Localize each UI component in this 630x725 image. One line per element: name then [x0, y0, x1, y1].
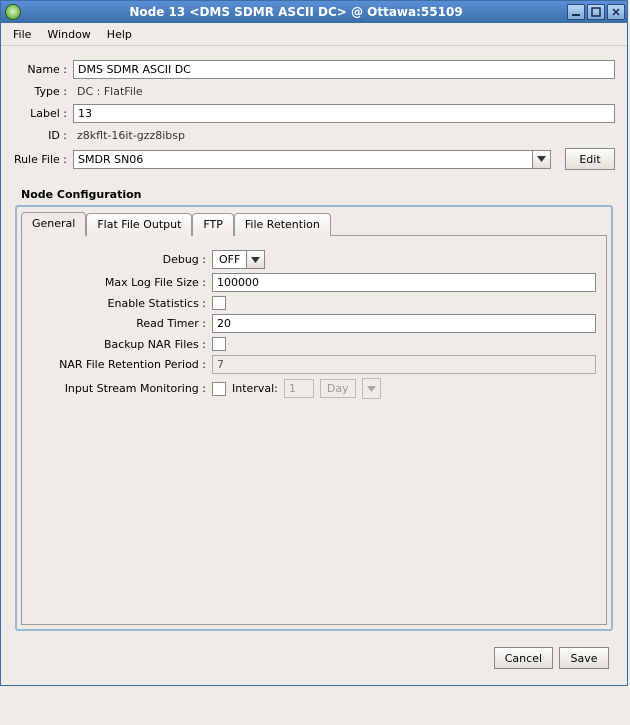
- window-title: Node 13 <DMS SDMR ASCII DC> @ Ottawa:551…: [27, 5, 565, 19]
- name-input[interactable]: [73, 60, 615, 79]
- rulefile-select[interactable]: SMDR SN06: [73, 150, 551, 169]
- tab-flat-file-output[interactable]: Flat File Output: [86, 213, 192, 236]
- type-label: Type :: [13, 85, 73, 98]
- menu-window[interactable]: Window: [39, 25, 98, 44]
- ism-unit-select: Day: [320, 379, 356, 398]
- tab-file-retention[interactable]: File Retention: [234, 213, 331, 236]
- tab-strip: General Flat File Output FTP File Retent…: [17, 207, 611, 235]
- node-config-title: Node Configuration: [21, 188, 615, 201]
- chevron-down-icon: [362, 378, 381, 399]
- ism-unit-value: Day: [321, 382, 355, 395]
- tab-general[interactable]: General: [21, 212, 86, 236]
- maxlog-input[interactable]: [212, 273, 596, 292]
- menu-file[interactable]: File: [5, 25, 39, 44]
- name-label: Name :: [13, 63, 73, 76]
- type-value: DC : FlatFile: [73, 83, 615, 100]
- app-window: Node 13 <DMS SDMR ASCII DC> @ Ottawa:551…: [0, 0, 628, 686]
- minimize-button[interactable]: [567, 4, 585, 20]
- backupnar-label: Backup NAR Files :: [36, 338, 212, 351]
- tab-ftp[interactable]: FTP: [192, 213, 234, 236]
- backupnar-checkbox[interactable]: [212, 337, 226, 351]
- narperiod-label: NAR File Retention Period :: [36, 358, 212, 371]
- debug-select[interactable]: OFF: [212, 250, 265, 269]
- chevron-down-icon[interactable]: [532, 151, 550, 168]
- node-config-panel: General Flat File Output FTP File Retent…: [15, 205, 613, 631]
- ism-interval-label: Interval:: [232, 382, 278, 395]
- rulefile-label: Rule File :: [13, 153, 73, 166]
- chevron-down-icon[interactable]: [246, 251, 264, 268]
- content-area: Name : Type : DC : FlatFile Label : ID :…: [1, 46, 627, 685]
- debug-label: Debug :: [36, 253, 212, 266]
- close-button[interactable]: [607, 4, 625, 20]
- ism-interval-input: [284, 379, 314, 398]
- id-value: z8kflt-16it-gzz8ibsp: [73, 127, 615, 144]
- id-label: ID :: [13, 129, 73, 142]
- titlebar: Node 13 <DMS SDMR ASCII DC> @ Ottawa:551…: [1, 1, 627, 23]
- readtimer-input[interactable]: [212, 314, 596, 333]
- app-icon: [5, 4, 21, 20]
- label-label: Label :: [13, 107, 73, 120]
- save-button[interactable]: Save: [559, 647, 609, 669]
- stats-label: Enable Statistics :: [36, 297, 212, 310]
- menubar: File Window Help: [1, 23, 627, 46]
- debug-value: OFF: [213, 253, 246, 266]
- ism-label: Input Stream Monitoring :: [36, 382, 212, 395]
- label-input[interactable]: [73, 104, 615, 123]
- bottom-bar: Cancel Save: [13, 631, 615, 675]
- cancel-button[interactable]: Cancel: [494, 647, 553, 669]
- tab-body-general: Debug : OFF Max Log File Size :: [21, 235, 607, 625]
- edit-button[interactable]: Edit: [565, 148, 615, 170]
- readtimer-label: Read Timer :: [36, 317, 212, 330]
- ism-checkbox[interactable]: [212, 382, 226, 396]
- maxlog-label: Max Log File Size :: [36, 276, 212, 289]
- rulefile-selected: SMDR SN06: [74, 153, 532, 166]
- maximize-button[interactable]: [587, 4, 605, 20]
- menu-help[interactable]: Help: [99, 25, 140, 44]
- narperiod-input: [212, 355, 596, 374]
- stats-checkbox[interactable]: [212, 296, 226, 310]
